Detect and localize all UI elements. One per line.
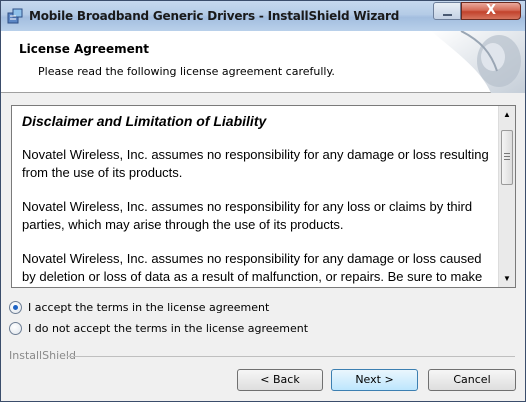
- scroll-down-icon[interactable]: ▼: [499, 270, 515, 287]
- scroll-thumb[interactable]: [501, 130, 513, 185]
- accept-label[interactable]: I accept the terms in the license agreem…: [28, 301, 269, 314]
- footer-divider: [67, 356, 515, 357]
- decline-label[interactable]: I do not accept the terms in the license…: [28, 322, 308, 335]
- minimize-icon[interactable]: [433, 2, 461, 20]
- back-button[interactable]: < Back: [237, 369, 323, 391]
- license-paragraph: Novatel Wireless, Inc. assumes no respon…: [22, 251, 483, 284]
- decline-option[interactable]: I do not accept the terms in the license…: [9, 320, 308, 336]
- page-title: License Agreement: [19, 42, 150, 56]
- installshield-window: Mobile Broadband Generic Drivers - Insta…: [0, 0, 526, 402]
- next-button[interactable]: Next >: [331, 369, 418, 391]
- wizard-header: License Agreement Please read the follow…: [1, 31, 525, 93]
- installshield-brand: InstallShield: [9, 349, 76, 362]
- scroll-up-icon[interactable]: ▲: [499, 106, 515, 123]
- accept-radio[interactable]: [9, 300, 22, 314]
- installer-icon: [7, 8, 23, 24]
- license-text-box[interactable]: Disclaimer and Limitation of Liability N…: [11, 105, 516, 288]
- cancel-button[interactable]: Cancel: [428, 369, 516, 391]
- decline-radio[interactable]: [9, 321, 22, 335]
- installshield-banner-graphic: [431, 31, 525, 93]
- license-heading: Disclaimer and Limitation of Liability: [22, 113, 267, 129]
- license-paragraph: Novatel Wireless, Inc. assumes no respon…: [22, 199, 473, 232]
- title-bar[interactable]: Mobile Broadband Generic Drivers - Insta…: [1, 1, 525, 31]
- accept-option[interactable]: I accept the terms in the license agreem…: [9, 299, 269, 315]
- close-icon[interactable]: X: [461, 2, 521, 20]
- license-scrollbar[interactable]: ▲ ▼: [498, 106, 515, 287]
- page-subtitle: Please read the following license agreem…: [38, 65, 335, 78]
- window-title: Mobile Broadband Generic Drivers - Insta…: [29, 9, 400, 23]
- license-paragraph: Novatel Wireless, Inc. assumes no respon…: [22, 147, 489, 180]
